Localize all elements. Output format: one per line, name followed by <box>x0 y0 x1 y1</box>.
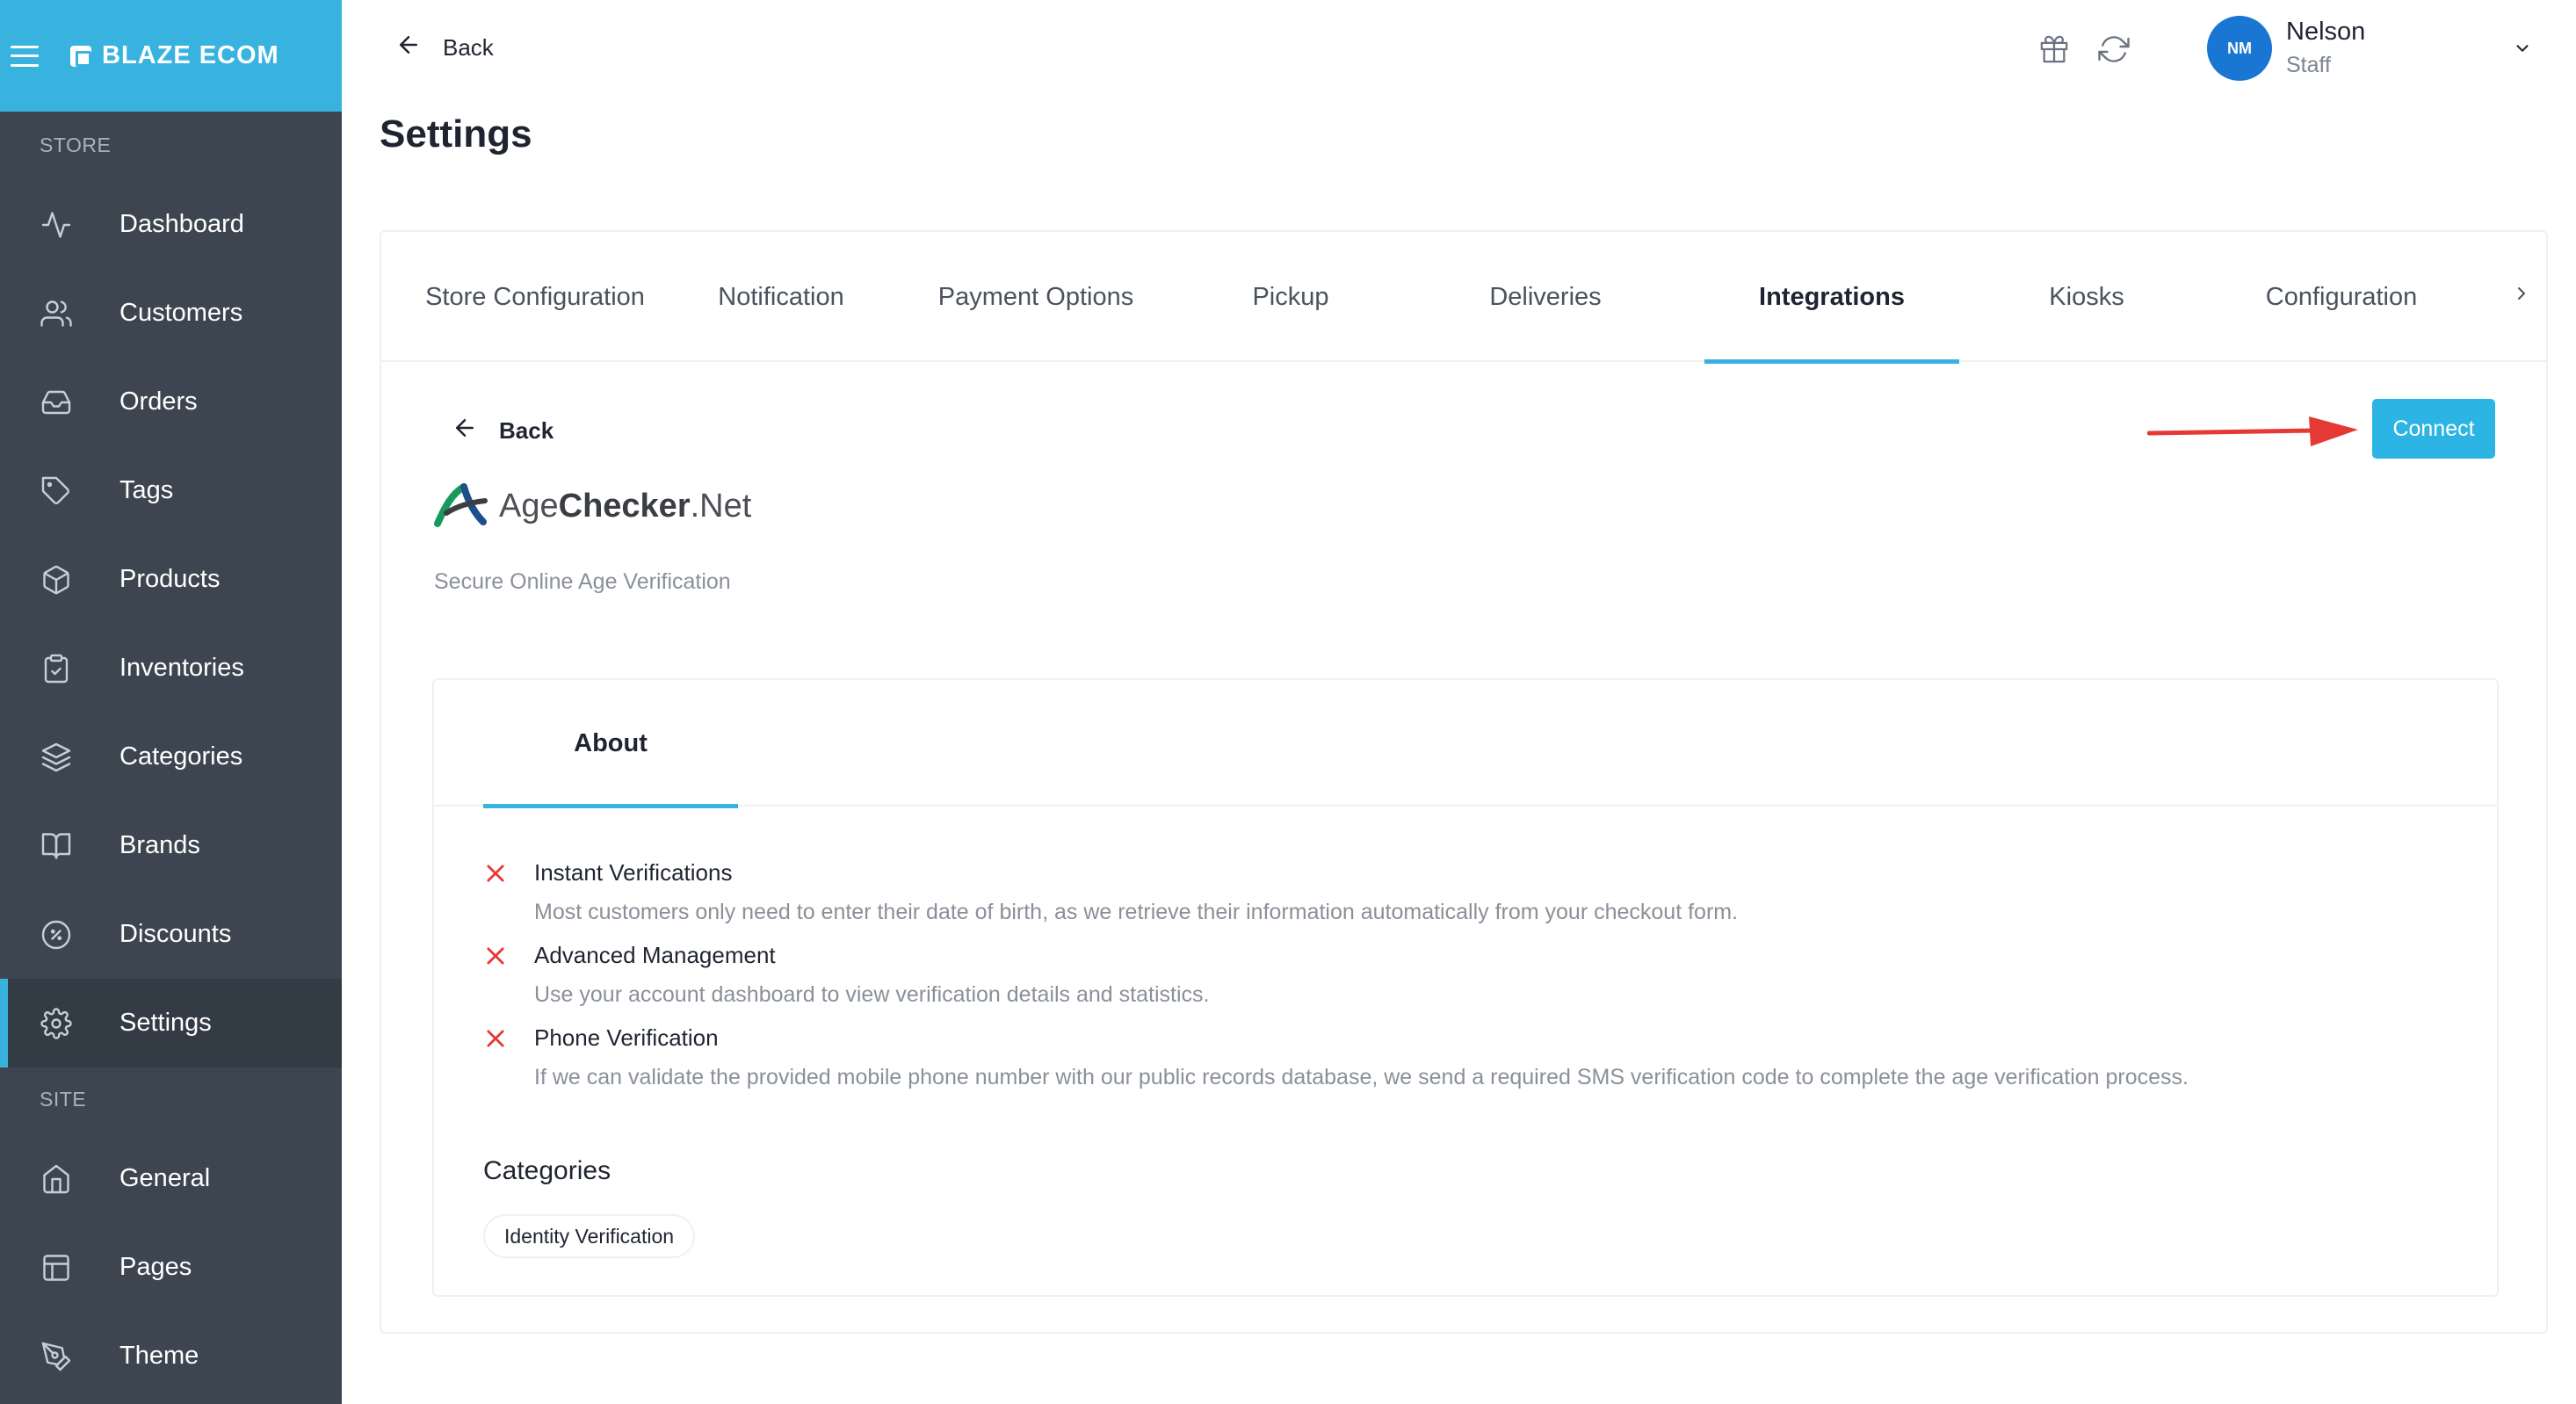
sidebar-item-label: Products <box>119 565 221 593</box>
user-name[interactable]: Nelson <box>2286 18 2365 47</box>
sidebar-item-dashboard[interactable]: Dashboard <box>0 180 342 269</box>
sidebar-item-label: Discounts <box>119 920 232 948</box>
logo-text-light: Age <box>499 488 559 525</box>
sidebar-item-label: Customers <box>119 299 243 327</box>
sidebar-item-customers[interactable]: Customers <box>0 269 342 358</box>
agechecker-logo: AgeChecker.Net <box>434 481 751 532</box>
sidebar-item-brands[interactable]: Brands <box>0 801 342 890</box>
hamburger-menu-icon[interactable] <box>11 45 39 67</box>
about-tabs: About <box>434 680 2497 808</box>
store-section-label: STORE <box>40 134 112 156</box>
logo-text-bold: Checker <box>558 488 691 525</box>
tab-configuration[interactable]: Configuration <box>2214 232 2469 362</box>
sidebar-item-settings[interactable]: Settings <box>0 979 342 1067</box>
annotation-arrow-icon <box>2146 409 2367 458</box>
sidebar-item-label: Orders <box>119 387 198 416</box>
site-section-label: SITE <box>40 1088 87 1111</box>
tab-pickup[interactable]: Pickup <box>1163 232 1418 362</box>
settings-tabs: Store Configuration Notification Payment… <box>381 232 2546 364</box>
close-icon <box>483 944 508 968</box>
close-icon <box>483 1026 508 1051</box>
sidebar-item-label: Theme <box>119 1342 199 1370</box>
sidebar-item-theme[interactable]: Theme <box>0 1312 342 1400</box>
arrow-left-icon <box>452 415 478 447</box>
user-role: Staff <box>2286 53 2331 77</box>
home-icon <box>39 1162 74 1197</box>
percent-icon <box>39 917 74 952</box>
integration-back-link[interactable]: Back <box>452 415 554 447</box>
sidebar-item-label: Pages <box>119 1253 192 1281</box>
back-label: Back <box>499 417 554 444</box>
sidebar-item-label: Categories <box>119 742 243 771</box>
tab-payment-options[interactable]: Payment Options <box>908 232 1163 362</box>
brand-logo[interactable]: BLAZE ECOM <box>70 41 279 70</box>
feature-title: Instant Verifications <box>534 859 733 886</box>
back-link[interactable]: Back <box>395 32 494 64</box>
activity-icon <box>39 207 74 242</box>
sidebar-item-label: Inventories <box>119 654 244 682</box>
sidebar-item-label: Settings <box>119 1009 212 1037</box>
tag-icon <box>39 474 74 509</box>
tab-notification[interactable]: Notification <box>654 232 908 362</box>
sidebar-item-discounts[interactable]: Discounts <box>0 890 342 979</box>
tab-about[interactable]: About <box>483 680 738 808</box>
tab-deliveries[interactable]: Deliveries <box>1418 232 1673 362</box>
avatar[interactable]: NM <box>2207 16 2272 81</box>
layers-icon <box>39 740 74 775</box>
inbox-icon <box>39 385 74 420</box>
brand-name: BLAZE ECOM <box>102 41 279 69</box>
categories-heading: Categories <box>483 1156 611 1185</box>
sidebar-item-label: Tags <box>119 476 174 504</box>
sidebar-item-products[interactable]: Products <box>0 535 342 624</box>
users-icon <box>39 296 74 331</box>
arrow-left-icon <box>395 32 422 64</box>
tab-store-configuration[interactable]: Store Configuration <box>416 232 654 362</box>
tab-integrations[interactable]: Integrations <box>1704 232 1959 364</box>
gear-icon <box>39 1006 74 1041</box>
book-open-icon <box>39 829 74 864</box>
page-title: Settings <box>380 112 532 156</box>
refresh-icon[interactable] <box>2096 32 2131 67</box>
sidebar-item-orders[interactable]: Orders <box>0 358 342 446</box>
about-card: About Instant Verifications Most custome… <box>432 678 2499 1297</box>
brand-mark-icon <box>70 45 91 67</box>
sidebar-item-general[interactable]: General <box>0 1134 342 1223</box>
gift-icon[interactable] <box>2037 32 2072 67</box>
agechecker-wordmark: AgeChecker.Net <box>499 488 751 525</box>
box-icon <box>39 562 74 597</box>
logo-text-suffix: .Net <box>690 488 752 525</box>
integration-tagline: Secure Online Age Verification <box>434 569 731 594</box>
sidebar-header: BLAZE ECOM <box>0 0 342 112</box>
sidebar-item-categories[interactable]: Categories <box>0 713 342 801</box>
feature-description: Use your account dashboard to view verif… <box>534 982 1210 1007</box>
back-label: Back <box>443 34 494 61</box>
chevron-right-icon[interactable] <box>2511 283 2532 308</box>
feature-description: If we can validate the provided mobile p… <box>534 1065 2189 1089</box>
close-icon <box>483 861 508 886</box>
pen-tool-icon <box>39 1339 74 1374</box>
tab-kiosks[interactable]: Kiosks <box>1959 232 2214 362</box>
connect-button[interactable]: Connect <box>2372 399 2495 459</box>
feature-title: Phone Verification <box>534 1024 719 1051</box>
feature-title: Advanced Management <box>534 942 776 968</box>
sidebar-item-label: Brands <box>119 831 200 859</box>
sidebar: BLAZE ECOM STORE Dashboard Customers Ord… <box>0 0 342 1404</box>
settings-card: Store Configuration Notification Payment… <box>380 230 2548 1334</box>
sidebar-item-label: General <box>119 1164 211 1192</box>
layout-icon <box>39 1250 74 1285</box>
feature-description: Most customers only need to enter their … <box>534 900 1739 924</box>
chevron-down-icon[interactable] <box>2513 39 2532 62</box>
sidebar-item-inventories[interactable]: Inventories <box>0 624 342 713</box>
clipboard-check-icon <box>39 651 74 686</box>
agechecker-mark-icon <box>434 481 488 532</box>
category-chip: Identity Verification <box>483 1214 696 1258</box>
sidebar-item-tags[interactable]: Tags <box>0 446 342 535</box>
sidebar-item-label: Dashboard <box>119 210 244 238</box>
sidebar-item-pages[interactable]: Pages <box>0 1223 342 1312</box>
